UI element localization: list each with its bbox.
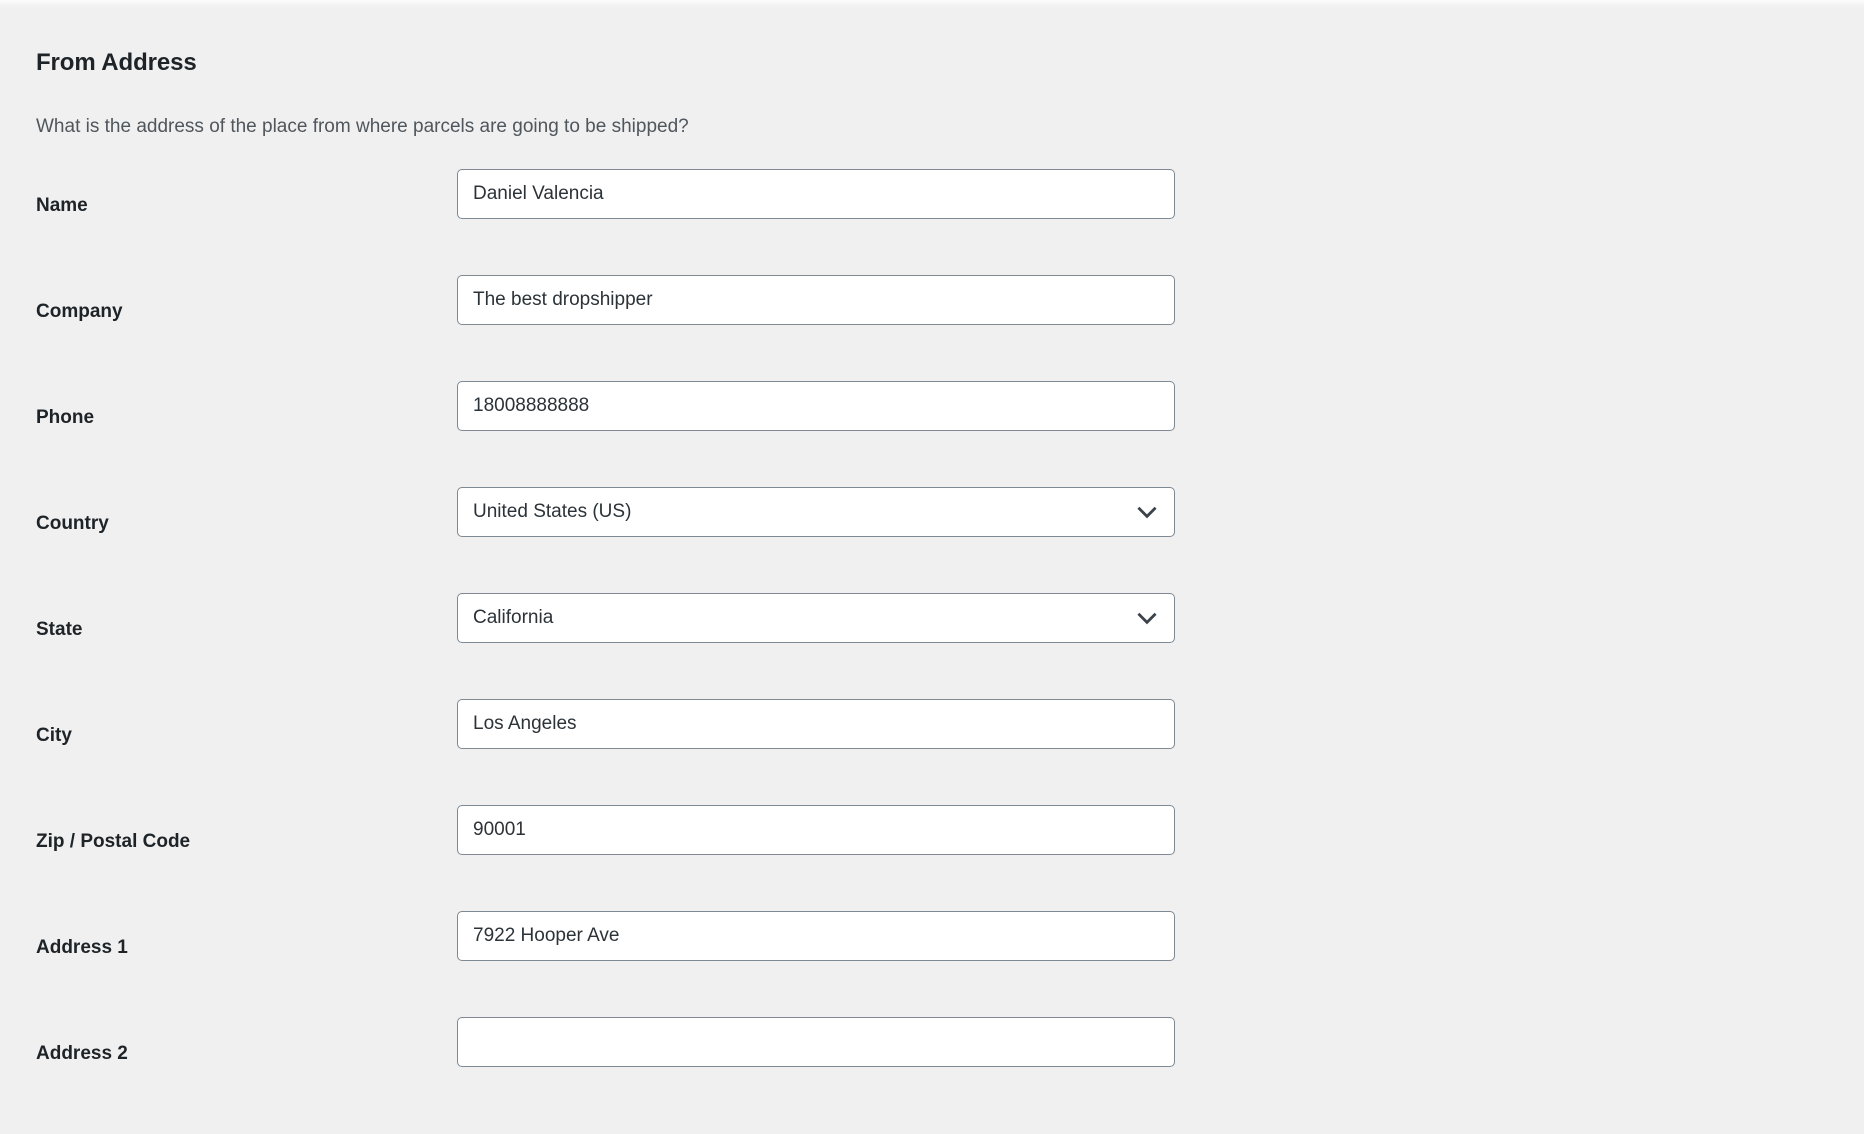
field-row-phone: Phone	[0, 381, 1864, 487]
label-city: City	[36, 725, 72, 746]
field-row-address-2: Address 2	[0, 1017, 1864, 1123]
control-address-1	[457, 911, 1175, 961]
control-country: United States (US)	[457, 487, 1175, 537]
address-1-input[interactable]	[457, 911, 1175, 961]
country-select[interactable]: United States (US)	[457, 487, 1175, 537]
label-country: Country	[36, 513, 109, 534]
control-address-2	[457, 1017, 1175, 1067]
section-description: What is the address of the place from wh…	[36, 116, 689, 137]
name-input[interactable]	[457, 169, 1175, 219]
field-row-state: State California	[0, 593, 1864, 699]
field-row-name: Name	[0, 169, 1864, 275]
label-state: State	[36, 619, 83, 640]
field-row-zip: Zip / Postal Code	[0, 805, 1864, 911]
city-input[interactable]	[457, 699, 1175, 749]
control-city	[457, 699, 1175, 749]
state-select-value: California	[473, 607, 554, 628]
from-address-form: Name Company Phone Coun	[0, 169, 1864, 1123]
content-top-edge	[0, 0, 1864, 9]
field-row-company: Company	[0, 275, 1864, 381]
company-input[interactable]	[457, 275, 1175, 325]
label-name: Name	[36, 195, 88, 216]
control-state: California	[457, 593, 1175, 643]
control-zip	[457, 805, 1175, 855]
chevron-down-icon	[1134, 499, 1160, 525]
control-phone	[457, 381, 1175, 431]
label-phone: Phone	[36, 407, 95, 428]
field-row-city: City	[0, 699, 1864, 805]
label-zip: Zip / Postal Code	[36, 831, 191, 852]
address-2-input[interactable]	[457, 1017, 1175, 1067]
field-row-address-1: Address 1	[0, 911, 1864, 1017]
chevron-down-icon	[1134, 605, 1160, 631]
state-select[interactable]: California	[457, 593, 1175, 643]
control-company	[457, 275, 1175, 325]
zip-input[interactable]	[457, 805, 1175, 855]
page-title: From Address	[36, 48, 197, 76]
label-company: Company	[36, 301, 123, 322]
country-select-value: United States (US)	[473, 501, 632, 522]
label-address-1: Address 1	[36, 937, 128, 958]
from-address-page: From Address What is the address of the …	[0, 0, 1864, 1134]
field-row-country: Country United States (US)	[0, 487, 1864, 593]
control-name	[457, 169, 1175, 219]
phone-input[interactable]	[457, 381, 1175, 431]
label-address-2: Address 2	[36, 1043, 128, 1064]
